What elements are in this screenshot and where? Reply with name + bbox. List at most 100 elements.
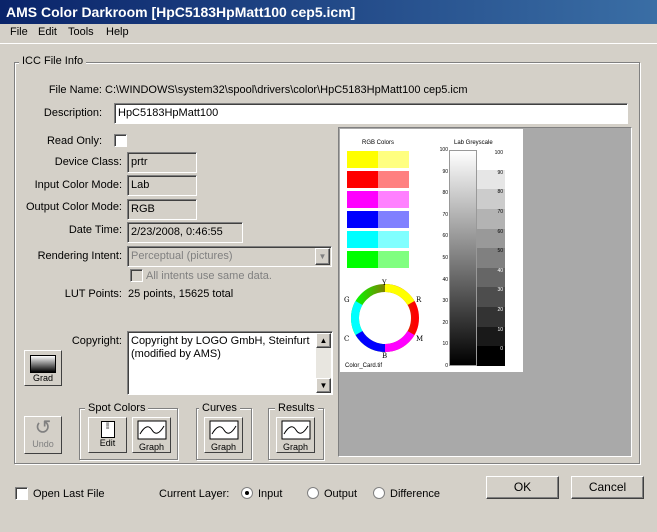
document-icon: ≡ ≡ — [100, 421, 115, 438]
color-swatch — [378, 171, 409, 188]
grey-step: 90 — [477, 169, 505, 190]
spot-edit-label: Edit — [99, 438, 116, 448]
grey-axis-label: 80 — [442, 190, 448, 197]
undo-icon: ↺ — [34, 417, 52, 439]
lut-points-label: LUT Points: — [64, 288, 122, 300]
layer-output-radio[interactable] — [307, 487, 319, 499]
copyright-scrollbar[interactable]: ▲ ▼ — [316, 333, 331, 393]
wheel-label-c: C — [344, 335, 350, 343]
scroll-up-icon[interactable]: ▲ — [316, 333, 331, 348]
lab-greyscale-title: Lab Greyscale — [454, 140, 493, 146]
all-intents-label: All intents use same data. — [146, 270, 272, 282]
color-card-image: RGB Colors Lab Greyscale 100 90 80 70 60 50 40… — [340, 129, 523, 372]
curves-graph-button[interactable]: Graph — [204, 417, 243, 453]
device-class-field: prtr — [127, 152, 197, 173]
scroll-down-icon[interactable]: ▼ — [316, 378, 331, 393]
grey-axis-label: 50 — [442, 255, 448, 261]
all-intents-checkbox[interactable] — [130, 269, 143, 282]
undo-button[interactable]: ↺ Undo — [24, 416, 62, 454]
file-caption: Color_Card.tif — [345, 363, 383, 369]
grey-step: 20 — [477, 307, 505, 327]
copyright-label: Copyright: — [71, 335, 122, 347]
read-only-checkbox[interactable] — [114, 134, 127, 147]
rendering-intent-select[interactable]: Perceptual (pictures) — [127, 246, 332, 267]
color-swatch — [347, 211, 378, 228]
grey-axis-label: 70 — [442, 211, 448, 218]
grey-axis-label: 100 — [439, 147, 448, 153]
spot-graph-button[interactable]: Graph — [132, 417, 171, 453]
read-only-label: Read Only: — [46, 135, 102, 147]
grey-step: 30 — [477, 287, 505, 308]
device-class-label: Device Class: — [54, 156, 122, 168]
output-color-mode-field: RGB — [127, 199, 197, 220]
output-color-mode-label: Output Color Mode: — [26, 201, 122, 213]
grey-axis-label: 0 — [445, 363, 448, 369]
grey-gradient — [449, 150, 477, 366]
color-swatch — [378, 251, 409, 268]
lut-points-value: 25 points, 15625 total — [128, 288, 234, 300]
menu-file[interactable]: File — [10, 26, 28, 38]
curves-graph-label: Graph — [210, 442, 236, 452]
color-swatch — [347, 251, 378, 268]
menu-tools[interactable]: Tools — [68, 26, 94, 38]
graph-icon — [281, 420, 310, 440]
grey-step: 80 — [477, 189, 505, 209]
graph-icon — [137, 420, 166, 440]
layer-difference-radio[interactable] — [373, 487, 385, 499]
cancel-button[interactable]: Cancel — [571, 476, 644, 499]
grey-axis-label: 30 — [442, 298, 448, 305]
spot-colors-legend: Spot Colors — [85, 402, 149, 414]
grey-step: 70 — [477, 208, 505, 229]
date-time-label: Date Time: — [68, 224, 122, 236]
ok-button[interactable]: OK — [486, 476, 559, 499]
description-label: Description: — [43, 107, 102, 119]
undo-label: Undo — [32, 439, 54, 449]
menu-help[interactable]: Help — [106, 26, 129, 38]
wheel-label-r: R — [416, 296, 422, 304]
grey-step: 0 — [477, 346, 505, 366]
spot-edit-button[interactable]: ≡ ≡ Edit — [88, 417, 127, 453]
color-swatch — [347, 171, 378, 188]
open-last-file-label: Open Last File — [33, 488, 105, 500]
grey-axis-label: 60 — [442, 233, 448, 240]
chevron-down-icon[interactable]: ▼ — [315, 248, 330, 265]
color-swatch — [378, 151, 409, 168]
file-name-label: File Name: — [48, 84, 102, 96]
results-graph-button[interactable]: Graph — [276, 417, 315, 453]
curves-legend: Curves — [199, 402, 240, 414]
color-swatch — [347, 151, 378, 168]
rendering-intent-label: Rendering Intent: — [37, 250, 122, 262]
input-color-mode-label: Input Color Mode: — [34, 179, 122, 191]
grey-axis: 100 90 80 70 60 50 40 30 20 10 0 — [432, 147, 448, 369]
color-swatch — [347, 231, 378, 248]
grey-axis-label: 90 — [442, 168, 448, 175]
layer-input-radio[interactable] — [241, 487, 253, 499]
wheel-label-b: B — [382, 352, 388, 360]
wheel-label-g: G — [344, 296, 350, 304]
grey-axis-label: 20 — [442, 319, 448, 326]
menu-bar — [0, 24, 657, 44]
grey-step: 10 — [477, 326, 505, 347]
grey-step: 50 — [477, 248, 505, 268]
results-legend: Results — [275, 402, 318, 414]
file-name-value: C:\WINDOWS\system32\spool\drivers\color\… — [105, 84, 468, 96]
grey-step: 40 — [477, 267, 505, 288]
layer-input-label: Input — [258, 488, 283, 500]
color-swatch — [378, 211, 409, 228]
current-layer-label: Current Layer: — [159, 488, 230, 500]
grad-button[interactable]: Grad — [24, 350, 62, 386]
rgb-colors-title: RGB Colors — [362, 140, 395, 146]
color-wheel — [351, 283, 419, 353]
open-last-file-checkbox[interactable] — [15, 487, 28, 500]
menu-edit[interactable]: Edit — [38, 26, 57, 38]
color-swatch — [378, 231, 409, 248]
wheel-label-y: Y — [382, 279, 387, 287]
color-swatch — [378, 191, 409, 208]
copyright-text[interactable]: Copyright by LOGO GmbH, Steinfurt (modif… — [127, 331, 333, 395]
layer-difference-label: Difference — [390, 488, 440, 500]
input-color-mode-field: Lab — [127, 175, 197, 196]
grey-axis-label: 10 — [442, 341, 448, 348]
description-input[interactable]: HpC5183HpMatt100 — [114, 103, 628, 124]
gradient-icon — [30, 355, 56, 373]
results-graph-label: Graph — [282, 442, 308, 452]
